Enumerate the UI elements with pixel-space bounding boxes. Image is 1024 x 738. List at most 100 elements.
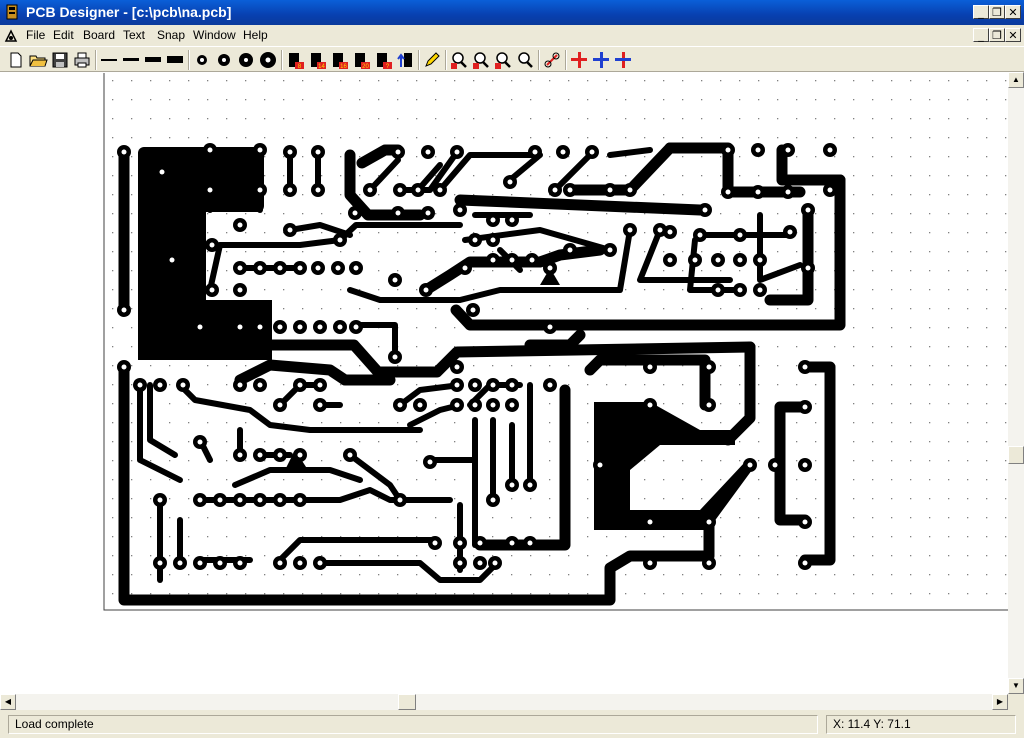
pad-drill-hole bbox=[755, 189, 761, 195]
pad-drill-hole bbox=[317, 560, 323, 566]
pad-drill-hole bbox=[715, 257, 721, 263]
pad-size-1-icon[interactable] bbox=[192, 50, 212, 70]
pad-size-2-icon[interactable] bbox=[214, 50, 234, 70]
pad-drill-hole bbox=[477, 560, 483, 566]
pad-drill-hole bbox=[647, 402, 653, 408]
pad-drill-hole bbox=[121, 364, 127, 370]
ic-20-pin-icon[interactable]: 20 bbox=[351, 50, 371, 70]
pad-drill-hole bbox=[457, 540, 463, 546]
ic-8-pin-icon[interactable]: 8 bbox=[285, 50, 305, 70]
menu-file[interactable]: File bbox=[26, 28, 45, 42]
layer-bottom-icon[interactable] bbox=[591, 50, 611, 70]
doc-restore-button[interactable]: ❐ bbox=[989, 28, 1005, 42]
app-restore-button[interactable]: ❐ bbox=[989, 5, 1005, 19]
pad-size-3-icon[interactable] bbox=[236, 50, 256, 70]
pad-drill-hole bbox=[287, 149, 293, 155]
pad-drill-hole bbox=[589, 149, 595, 155]
pad-drill-hole bbox=[692, 257, 698, 263]
pad-drill-hole bbox=[237, 452, 243, 458]
pad-drill-hole bbox=[425, 149, 431, 155]
pad-drill-hole bbox=[647, 560, 653, 566]
pad-drill-hole bbox=[567, 187, 573, 193]
menu-snap[interactable]: Snap bbox=[157, 28, 185, 42]
pad-drill-hole bbox=[297, 497, 303, 503]
track-width-2-icon[interactable] bbox=[121, 50, 141, 70]
pencil-icon[interactable] bbox=[422, 50, 442, 70]
menu-board[interactable]: Board bbox=[83, 28, 115, 42]
pad-drill-hole bbox=[529, 257, 535, 263]
pad-drill-hole bbox=[297, 382, 303, 388]
pad-drill-hole bbox=[725, 189, 731, 195]
pad-drill-hole bbox=[315, 265, 321, 271]
component-rotate-icon[interactable] bbox=[395, 50, 415, 70]
layer-top-icon[interactable] bbox=[569, 50, 589, 70]
new-file-icon[interactable] bbox=[6, 50, 26, 70]
pad-size-4-icon[interactable] bbox=[258, 50, 278, 70]
link-icon[interactable] bbox=[542, 50, 562, 70]
track-width-1-icon[interactable] bbox=[99, 50, 119, 70]
pad-drill-hole bbox=[297, 560, 303, 566]
pad-drill-hole bbox=[395, 149, 401, 155]
pad-drill-hole bbox=[157, 497, 163, 503]
pad-drill-hole bbox=[297, 324, 303, 330]
pad-drill-hole bbox=[454, 402, 460, 408]
track-width-4-icon[interactable] bbox=[165, 50, 185, 70]
pad-drill-hole bbox=[159, 169, 165, 175]
pad-drill-hole bbox=[297, 265, 303, 271]
pad-drill-hole bbox=[437, 187, 443, 193]
window-title: PCB Designer - [c:\pcb\na.pcb] bbox=[26, 4, 232, 20]
pad-drill-hole bbox=[207, 147, 213, 153]
print-icon[interactable] bbox=[72, 50, 92, 70]
menu-edit[interactable]: Edit bbox=[53, 28, 74, 42]
scroll-up-button[interactable]: ▲ bbox=[1008, 72, 1024, 88]
vertical-scrollbar[interactable]: ▲ ▼ bbox=[1008, 72, 1024, 694]
doc-minimize-button[interactable]: _ bbox=[973, 28, 989, 42]
ic-16-pin-icon[interactable]: 16 bbox=[329, 50, 349, 70]
pad-drill-hole bbox=[454, 364, 460, 370]
pad-drill-hole bbox=[757, 257, 763, 263]
pad-drill-hole bbox=[490, 382, 496, 388]
zoom-2-icon[interactable] bbox=[471, 50, 491, 70]
pad-drill-hole bbox=[367, 187, 373, 193]
ic-custom-icon[interactable]: ? bbox=[373, 50, 393, 70]
pad-drill-hole bbox=[217, 497, 223, 503]
open-folder-icon[interactable] bbox=[28, 50, 48, 70]
doc-close-button[interactable]: ✕ bbox=[1005, 28, 1021, 42]
menu-text[interactable]: Text bbox=[123, 28, 145, 42]
pad-drill-hole bbox=[509, 257, 515, 263]
scroll-left-button[interactable]: ◀ bbox=[0, 694, 16, 710]
pcb-board[interactable] bbox=[0, 72, 1008, 694]
pad-drill-hole bbox=[257, 452, 263, 458]
zoom-1-icon[interactable] bbox=[449, 50, 469, 70]
pad-drill-hole bbox=[337, 237, 343, 243]
ic-14-pin-icon[interactable]: 14 bbox=[307, 50, 327, 70]
scroll-down-button[interactable]: ▼ bbox=[1008, 678, 1024, 694]
menu-window[interactable]: Window bbox=[193, 28, 236, 42]
pad-drill-hole bbox=[417, 402, 423, 408]
pad-drill-hole bbox=[802, 364, 808, 370]
app-minimize-button[interactable]: _ bbox=[973, 5, 989, 19]
zoom-fit-icon[interactable] bbox=[515, 50, 535, 70]
menu-help[interactable]: Help bbox=[243, 28, 268, 42]
pad-drill-hole bbox=[706, 560, 712, 566]
pad-drill-hole bbox=[197, 560, 203, 566]
app-icon[interactable] bbox=[4, 4, 20, 20]
zoom-3-icon[interactable] bbox=[493, 50, 513, 70]
save-icon[interactable] bbox=[50, 50, 70, 70]
pad-drill-hole bbox=[197, 439, 203, 445]
horizontal-scrollbar[interactable]: ◀ ▶ bbox=[0, 694, 1008, 710]
document-icon[interactable] bbox=[3, 28, 19, 44]
pad-drill-hole bbox=[397, 402, 403, 408]
pad-drill-hole bbox=[802, 462, 808, 468]
pad-drill-hole bbox=[747, 462, 753, 468]
track-width-3-icon[interactable] bbox=[143, 50, 163, 70]
vertical-scroll-thumb[interactable] bbox=[1008, 446, 1024, 464]
pad-drill-hole bbox=[347, 452, 353, 458]
app-close-button[interactable]: ✕ bbox=[1005, 5, 1021, 19]
pad-drill-hole bbox=[317, 402, 323, 408]
scroll-right-button[interactable]: ▶ bbox=[992, 694, 1008, 710]
horizontal-scroll-thumb[interactable] bbox=[398, 694, 416, 710]
pad-drill-hole bbox=[547, 324, 553, 330]
board-canvas[interactable] bbox=[0, 72, 1008, 694]
layer-both-icon[interactable] bbox=[613, 50, 633, 70]
